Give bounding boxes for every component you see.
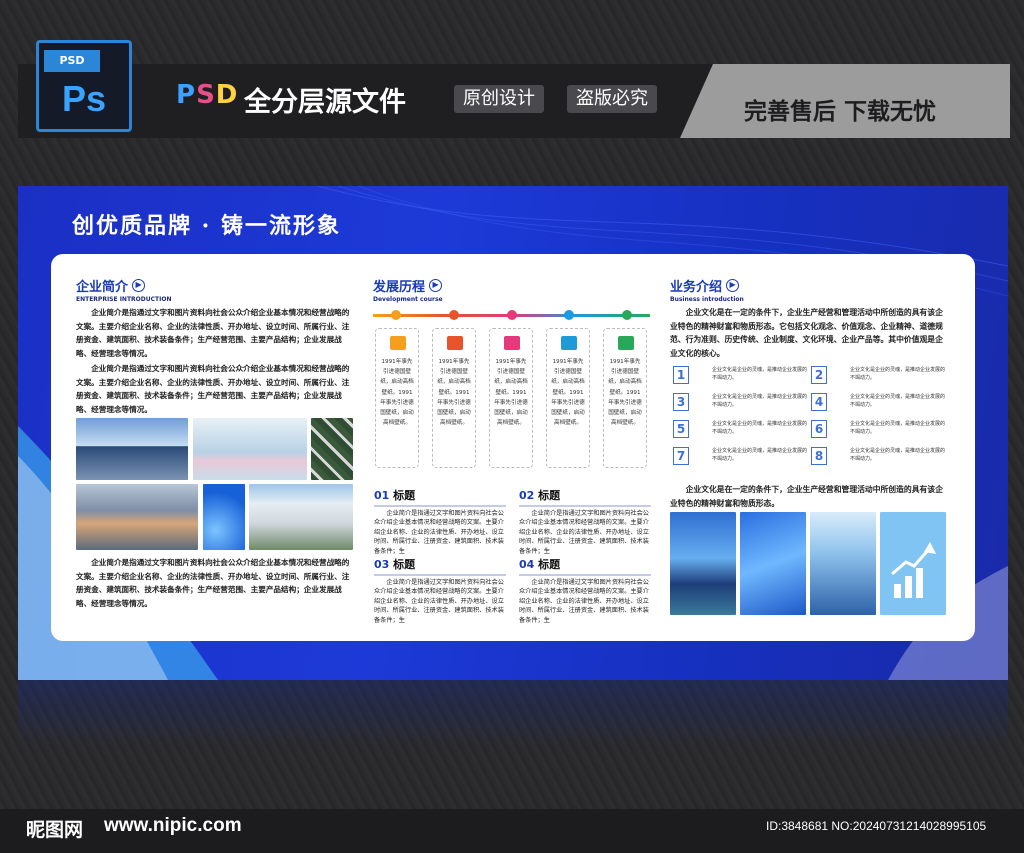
arrow-right-icon: ▶ (429, 279, 443, 292)
timeline-dot (507, 310, 517, 320)
business-item-8: 企业文化是企业的灵魂，是推动企业发展的不竭动力。 (850, 448, 946, 462)
timeline-dot (564, 310, 574, 320)
intro-paragraph-2: 企业简介是指通过文字和图片资料向社会公众介绍企业基本情况和经营战略的文案。主要介… (76, 364, 350, 414)
intro-subtitle: ENTERPRISE INTRODUCTION (76, 296, 172, 303)
photoshop-icon: Ps (62, 78, 107, 119)
photo-blue-abstract (203, 484, 245, 550)
photo-aerial (311, 418, 353, 480)
business-item-5: 企业文化是企业的灵魂，是推动企业发展的不竭动力。 (712, 421, 808, 435)
timeline-card: 1991年事先引进德国壁纸，启动高档壁纸。1991年事先引进德国壁纸，启动高档壁… (489, 328, 533, 468)
business-title: 业务介绍 (670, 280, 723, 295)
business-number-4: 4 (811, 393, 827, 411)
board-slogan: 创优质品牌 · 铸一流形象 (72, 213, 341, 239)
history-heading: 发展历程 ▶ Development course (373, 276, 443, 303)
intro-paragraph-3: 企业简介是指通过文字和图片资料向社会公众介绍企业基本情况和经营战略的文案。主要介… (76, 558, 350, 608)
timeline-dot (622, 310, 632, 320)
photo-office (249, 484, 353, 550)
pill-piracy: 盗版必究 (567, 85, 657, 113)
nipic-url[interactable]: www.nipic.com (104, 815, 242, 837)
timeline-card: 1991年事先引进德国壁纸，启动高档壁纸。1991年事先引进德国壁纸，启动高档壁… (432, 328, 476, 468)
business-item-1: 企业文化是企业的灵魂，是推动企业发展的不竭动力。 (712, 367, 808, 381)
photo-skyline (193, 418, 307, 480)
pill-original: 原创设计 (454, 85, 544, 113)
business-number-1: 1 (673, 366, 689, 384)
growth-chart-icon (880, 512, 946, 615)
business-item-7: 企业文化是企业的灵魂，是推动企业发展的不竭动力。 (712, 448, 808, 462)
title-psd: PSD (176, 80, 239, 110)
photo-tower (810, 512, 876, 615)
history-section-01: 01 标题 企业简介是指通过文字和图片资料向社会公众介绍企业基本情况和经营战略的… (374, 487, 506, 556)
history-section-03: 03 标题 企业简介是指通过文字和图片资料向社会公众介绍企业基本情况和经营战略的… (374, 556, 506, 625)
intro-heading: 企业简介 ▶ ENTERPRISE INTRODUCTION (76, 276, 171, 303)
monitor-icon (561, 336, 577, 350)
business-number-2: 2 (811, 366, 827, 384)
business-number-8: 8 (811, 447, 827, 465)
intro-title: 企业简介 (76, 280, 129, 295)
chart-icon (390, 336, 406, 350)
business-item-4: 企业文化是企业的灵魂，是推动企业发展的不竭动力。 (850, 394, 946, 408)
image-id: ID:3848681 NO:20240731214028995105 (766, 819, 987, 833)
business-paragraph-2: 企业文化是在一定的条件下，企业生产经营和管理活动中所创造的具有该企业特色的精神财… (670, 485, 943, 508)
after-sales-slogan: 完善售后 下载无忧 (744, 99, 937, 125)
title-main: 全分层源文件 (244, 87, 406, 118)
timeline-dot (391, 310, 401, 320)
psd-badge: PSD (44, 50, 100, 72)
timeline-card: 1991年事先引进德国壁纸，启动高档壁纸。1991年事先引进德国壁纸，启动高档壁… (375, 328, 419, 468)
business-number-7: 7 (673, 447, 689, 465)
history-section-02: 02 标题 企业简介是指通过文字和图片资料向社会公众介绍企业基本情况和经营战略的… (519, 487, 651, 556)
business-item-6: 企业文化是企业的灵魂，是推动企业发展的不竭动力。 (850, 421, 946, 435)
business-item-2: 企业文化是企业的灵魂，是推动企业发展的不竭动力。 (850, 367, 946, 381)
business-item-3: 企业文化是企业的灵魂，是推动企业发展的不竭动力。 (712, 394, 808, 408)
nipic-logo: 昵图网 (26, 819, 84, 841)
history-title: 发展历程 (373, 280, 426, 295)
cloud-icon (618, 336, 634, 350)
arrow-right-icon: ▶ (726, 279, 740, 292)
document-icon (447, 336, 463, 350)
arrow-right-icon: ▶ (132, 279, 146, 292)
business-number-3: 3 (673, 393, 689, 411)
history-section-04: 04 标题 企业简介是指通过文字和图片资料向社会公众介绍企业基本情况和经营战略的… (519, 556, 651, 625)
business-number-5: 5 (673, 420, 689, 438)
photo-city-fountain (76, 484, 198, 550)
photo-city-blue (670, 512, 736, 615)
business-number-6: 6 (811, 420, 827, 438)
timeline-card: 1991年事先引进德国壁纸，启动高档壁纸。1991年事先引进德国壁纸，启动高档壁… (546, 328, 590, 468)
handshake-icon (504, 336, 520, 350)
timeline-card: 1991年事先引进德国壁纸，启动高档壁纸。1991年事先引进德国壁纸，启动高档壁… (603, 328, 647, 468)
history-subtitle: Development course (373, 296, 443, 303)
photo-blue-waves (740, 512, 806, 615)
intro-paragraph-1: 企业简介是指通过文字和图片资料向社会公众介绍企业基本情况和经营战略的文案。主要介… (76, 308, 350, 358)
photo-building (76, 418, 188, 480)
business-heading: 业务介绍 ▶ Business introduction (670, 276, 744, 303)
timeline-dot (449, 310, 459, 320)
business-paragraph-1: 企业文化是在一定的条件下，企业生产经营和管理活动中所创造的具有该企业特色的精神财… (670, 308, 943, 358)
business-subtitle: Business introduction (670, 296, 744, 303)
board-reflection (18, 680, 1008, 760)
